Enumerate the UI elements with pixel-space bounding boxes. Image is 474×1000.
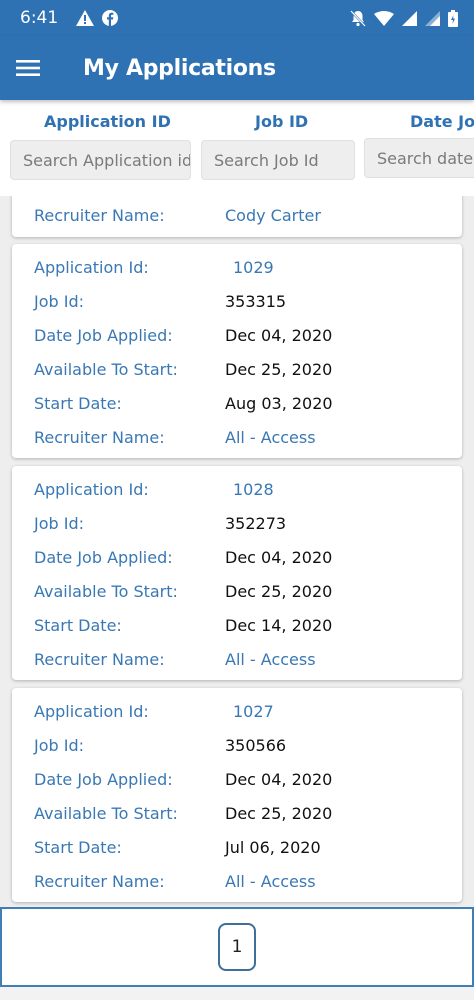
application-card[interactable]: Application Id: 1029 Job Id: 353315 Date…: [12, 244, 462, 458]
card-row-recruiter: Recruiter Name: All - Access: [34, 869, 454, 893]
recruiter-name-value: Cody Carter: [225, 205, 321, 225]
row-label: Recruiter Name:: [34, 871, 165, 891]
card-row-recruiter: Recruiter Name: All - Access: [34, 647, 454, 671]
page-title: My Applications: [83, 55, 276, 81]
battery-icon: [448, 9, 458, 27]
start-date-value: Aug 03, 2020: [225, 393, 333, 413]
status-bar: 6:41: [0, 0, 474, 36]
date-applied-value: Dec 04, 2020: [225, 325, 333, 345]
bottom-strip: [0, 987, 474, 1000]
card-row-application-id: Application Id: 1029: [34, 255, 454, 279]
signal-icon: [425, 10, 440, 26]
card-row-available-start: Available To Start: Dec 25, 2020: [34, 801, 454, 825]
row-label: Recruiter Name:: [34, 649, 165, 669]
application-id-value: 1028: [233, 479, 274, 499]
start-date-value: Jul 06, 2020: [225, 837, 321, 857]
card-row-job-id: Job Id: 353315: [34, 289, 454, 313]
card-row-available-start: Available To Start: Dec 25, 2020: [34, 357, 454, 381]
card-row-available-start: Available To Start: Dec 25, 2020: [34, 579, 454, 603]
pagination: 1: [0, 907, 474, 987]
job-id-value: 352273: [225, 513, 287, 533]
row-label: Application Id:: [34, 701, 149, 721]
recruiter-name-value: All - Access: [225, 649, 316, 669]
row-label: Date Job Applied:: [34, 325, 173, 345]
date-applied-value: Dec 04, 2020: [225, 547, 333, 567]
card-row-date-applied: Date Job Applied: Dec 04, 2020: [34, 323, 454, 347]
applications-list[interactable]: Recruiter Name: Cody Carter Application …: [0, 196, 474, 906]
search-job-id-input[interactable]: [201, 140, 355, 180]
card-row-date-applied: Date Job Applied: Dec 04, 2020: [34, 767, 454, 791]
card-row-application-id: Application Id: 1027: [34, 699, 454, 723]
card-row-recruiter: Recruiter Name: All - Access: [34, 425, 454, 449]
start-date-value: Dec 14, 2020: [225, 615, 333, 635]
filter-label-application-id: Application ID: [44, 112, 171, 131]
app-bar: My Applications: [0, 36, 474, 100]
search-application-id-input[interactable]: [10, 140, 191, 180]
row-label: Recruiter Name:: [34, 427, 165, 447]
card-row-recruiter: Recruiter Name: Cody Carter: [34, 203, 454, 227]
warning-icon: [76, 10, 95, 26]
card-row-start-date: Start Date: Jul 06, 2020: [34, 835, 454, 859]
row-label: Application Id:: [34, 479, 149, 499]
job-id-value: 350566: [225, 735, 287, 755]
row-label: Date Job Applied:: [34, 769, 173, 789]
facebook-icon: [102, 10, 119, 26]
row-label: Available To Start:: [34, 803, 178, 823]
row-label: Job Id:: [34, 513, 85, 533]
row-label: Recruiter Name:: [34, 205, 165, 225]
application-id-value: 1029: [233, 257, 274, 277]
page-button-current[interactable]: 1: [218, 923, 256, 971]
filter-label-job-id: Job ID: [255, 112, 309, 131]
row-label: Available To Start:: [34, 359, 178, 379]
status-left: 6:41: [20, 8, 119, 28]
card-row-job-id: Job Id: 350566: [34, 733, 454, 757]
row-label: Job Id:: [34, 735, 85, 755]
recruiter-name-value: All - Access: [225, 427, 316, 447]
hamburger-menu-icon[interactable]: [8, 36, 48, 100]
signal-icon: [402, 10, 417, 26]
card-row-job-id: Job Id: 352273: [34, 511, 454, 535]
bell-off-icon: [350, 9, 366, 27]
status-time: 6:41: [20, 8, 59, 28]
status-right: [350, 9, 458, 27]
row-label: Start Date:: [34, 837, 122, 857]
available-start-value: Dec 25, 2020: [225, 581, 333, 601]
row-label: Job Id:: [34, 291, 85, 311]
available-start-value: Dec 25, 2020: [225, 359, 333, 379]
available-start-value: Dec 25, 2020: [225, 803, 333, 823]
date-applied-value: Dec 04, 2020: [225, 769, 333, 789]
application-id-value: 1027: [233, 701, 274, 721]
card-row-application-id: Application Id: 1028: [34, 477, 454, 501]
application-card[interactable]: Application Id: 1028 Job Id: 352273 Date…: [12, 466, 462, 680]
recruiter-name-value: All - Access: [225, 871, 316, 891]
row-label: Date Job Applied:: [34, 547, 173, 567]
card-row-start-date: Start Date: Aug 03, 2020: [34, 391, 454, 415]
search-date-job-input[interactable]: [364, 138, 474, 178]
application-card[interactable]: Application Id: 1027 Job Id: 350566 Date…: [12, 688, 462, 902]
application-card[interactable]: Recruiter Name: Cody Carter: [12, 196, 462, 237]
row-label: Start Date:: [34, 615, 122, 635]
filter-label-date-job: Date Job: [410, 112, 474, 131]
card-row-start-date: Start Date: Dec 14, 2020: [34, 613, 454, 637]
filter-bar: Application ID Job ID Date Job: [0, 100, 474, 196]
row-label: Available To Start:: [34, 581, 178, 601]
job-id-value: 353315: [225, 291, 287, 311]
card-row-date-applied: Date Job Applied: Dec 04, 2020: [34, 545, 454, 569]
row-label: Application Id:: [34, 257, 149, 277]
row-label: Start Date:: [34, 393, 122, 413]
wifi-icon: [374, 10, 394, 26]
